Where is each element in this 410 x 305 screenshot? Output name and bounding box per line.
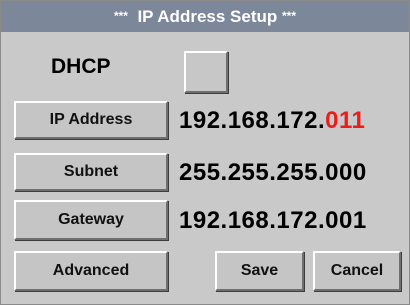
gateway-button[interactable]: Gateway (14, 200, 168, 240)
gateway-value: 192.168.172.001 (179, 207, 367, 234)
subnet-value: 255.255.255.000 (179, 159, 367, 186)
title-bar: *** IP Address Setup *** (1, 1, 409, 32)
ip-address-value: 192.168.172.011 (179, 107, 365, 135)
dhcp-checkbox[interactable] (184, 51, 228, 93)
ip-address-button[interactable]: IP Address (14, 101, 168, 139)
ip-address-prefix: 192.168.172. (179, 107, 326, 134)
cancel-button[interactable]: Cancel (313, 251, 401, 291)
dhcp-label: DHCP (51, 55, 111, 78)
save-button[interactable]: Save (215, 251, 304, 291)
ip-setup-screen: *** IP Address Setup *** DHCP IP Address… (0, 0, 410, 305)
title-stars-right: *** (282, 9, 297, 23)
ip-address-edit-segment: 011 (325, 107, 366, 134)
title-stars-left: *** (113, 9, 128, 23)
subnet-button[interactable]: Subnet (14, 153, 168, 191)
title-text: IP Address Setup (137, 7, 278, 26)
advanced-button[interactable]: Advanced (14, 251, 168, 291)
